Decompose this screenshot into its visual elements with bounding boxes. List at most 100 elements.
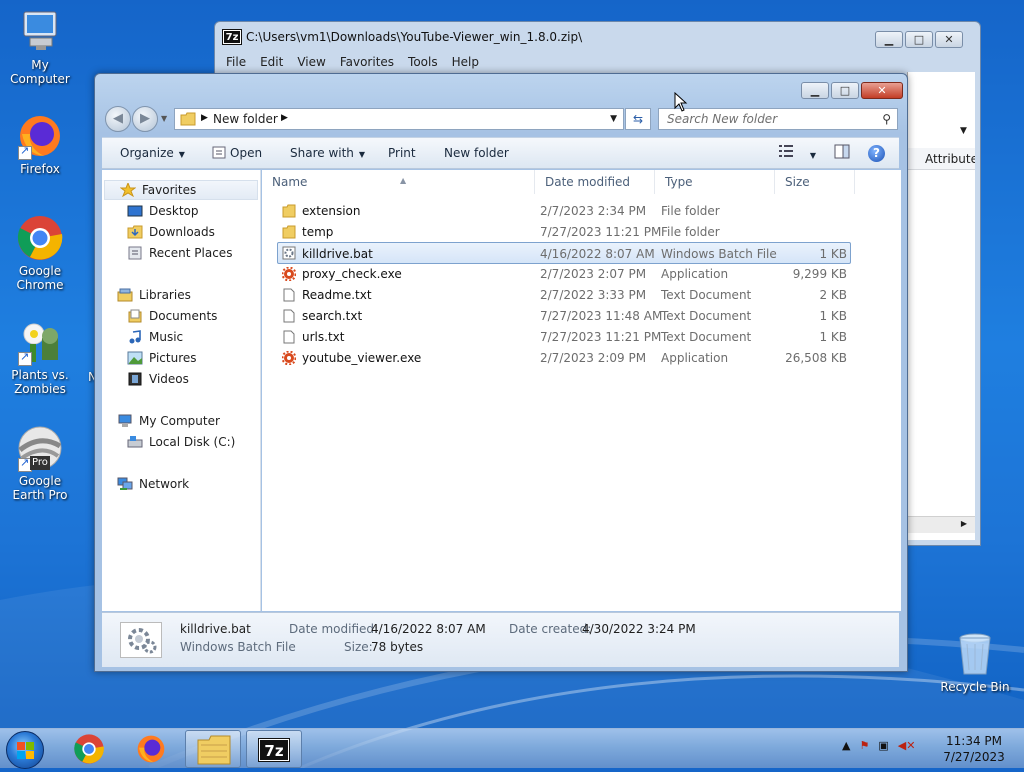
menu-view[interactable]: View: [290, 52, 332, 72]
change-view-button[interactable]: ▼: [778, 144, 816, 161]
menu-help[interactable]: Help: [445, 52, 486, 72]
file-type: File folder: [661, 225, 720, 239]
sevenzip-close-button[interactable]: ✕: [935, 31, 963, 48]
file-row-youtube-viewer[interactable]: youtube_viewer.exe 2/7/2023 2:09 PM Appl…: [278, 348, 850, 368]
explorer-maximize-button[interactable]: □: [831, 82, 859, 99]
file-row-urls[interactable]: urls.txt 7/27/2023 11:21 PM Text Documen…: [278, 327, 850, 347]
start-button[interactable]: [6, 731, 44, 769]
breadcrumb-new-folder[interactable]: New folder: [213, 112, 278, 126]
file-row-proxy-check[interactable]: proxy_check.exe 2/7/2023 2:07 PM Applica…: [278, 264, 850, 284]
file-name: Readme.txt: [302, 288, 372, 302]
desktop-icon-plants-vs-zombies[interactable]: Plants vs. Zombies: [0, 318, 80, 396]
new-folder-button[interactable]: New folder: [444, 146, 509, 160]
nav-music[interactable]: Music: [127, 327, 183, 347]
preview-pane-button[interactable]: [834, 144, 850, 162]
taskbar-chrome-button[interactable]: [61, 730, 117, 768]
chevron-down-icon: ▼: [178, 150, 185, 159]
sevenzip-title-bar: 7z C:\Users\vm1\Downloads\YouTube-Viewer…: [222, 29, 582, 45]
mouse-cursor-icon: [674, 92, 688, 112]
nav-recent-places[interactable]: Recent Places: [127, 243, 232, 263]
network-status-icon[interactable]: ▣: [878, 739, 888, 752]
file-row-readme[interactable]: Readme.txt 2/7/2022 3:33 PM Text Documen…: [278, 285, 850, 305]
action-center-icon[interactable]: ⚑: [859, 739, 869, 752]
file-date: 4/16/2022 8:07 AM: [540, 247, 655, 261]
taskbar-firefox-button[interactable]: [123, 730, 179, 768]
organize-label: Organize: [120, 146, 174, 160]
organize-button[interactable]: Organize ▼: [120, 146, 185, 160]
taskbar-explorer-button[interactable]: [185, 730, 241, 768]
sevenzip-file-list[interactable]: [907, 72, 975, 540]
menu-tools[interactable]: Tools: [401, 52, 445, 72]
file-row-search[interactable]: search.txt 7/27/2023 11:48 AM Text Docum…: [278, 306, 850, 326]
sevenzip-horizontal-scrollbar[interactable]: ▶: [907, 516, 975, 533]
desktop-icon-chrome[interactable]: Google Chrome: [0, 214, 80, 292]
share-with-button[interactable]: Share with ▼: [290, 146, 365, 160]
sevenzip-maximize-button[interactable]: □: [905, 31, 933, 48]
sevenzip-minimize-button[interactable]: ▁: [875, 31, 903, 48]
print-label: Print: [388, 146, 416, 160]
refresh-button[interactable]: ⇆: [625, 108, 651, 130]
search-icon[interactable]: ⚲: [882, 112, 891, 126]
desktop-icon-firefox[interactable]: Firefox: [0, 112, 80, 176]
desktop-icon-recycle-bin[interactable]: Recycle Bin: [935, 630, 1015, 694]
open-button[interactable]: Open: [212, 146, 262, 160]
nav-network[interactable]: Network: [117, 474, 189, 494]
menu-edit[interactable]: Edit: [253, 52, 290, 72]
back-button[interactable]: ◀: [105, 106, 131, 132]
breadcrumb-arrow-icon[interactable]: ▶: [201, 113, 208, 123]
recent-pages-dropdown[interactable]: ▼: [161, 114, 167, 123]
breadcrumb-arrow-icon[interactable]: ▶: [281, 113, 288, 123]
system-tray: ▲ ⚑ ▣ ◀✕: [842, 739, 915, 752]
explorer-caption-buttons: ▁ □ ✕: [801, 82, 903, 99]
volume-muted-icon[interactable]: ◀✕: [898, 739, 916, 752]
column-header-type[interactable]: Type: [655, 170, 775, 194]
nav-libraries[interactable]: Libraries: [117, 285, 191, 305]
network-icon: [117, 477, 133, 490]
file-size: 9,299 KB: [792, 267, 847, 281]
explorer-window[interactable]: ▁ □ ✕ ◀ ▶ ▼ ▶ New folder ▶ ▼ ⇆ Search Ne…: [94, 73, 908, 672]
back-arrow-icon: ◀: [113, 111, 123, 126]
menu-favorites[interactable]: Favorites: [333, 52, 401, 72]
sevenzip-column-attributes[interactable]: Attributes: [907, 148, 975, 170]
nav-label: Favorites: [142, 183, 197, 197]
desktop-icon-my-computer[interactable]: My Computer: [0, 8, 80, 86]
clock-date: 7/27/2023: [943, 750, 1005, 764]
show-hidden-icons-icon[interactable]: ▲: [842, 739, 850, 752]
file-type: Text Document: [661, 330, 752, 344]
nav-favorites[interactable]: Favorites: [104, 180, 258, 200]
file-row-killdrive-selected[interactable]: killdrive.bat 4/16/2022 8:07 AM Windows …: [277, 242, 851, 264]
column-label: Date modified: [545, 175, 631, 189]
address-dropdown-icon[interactable]: ▼: [610, 114, 617, 124]
nav-my-computer[interactable]: My Computer: [117, 411, 220, 431]
nav-local-disk[interactable]: Local Disk (C:): [127, 432, 235, 452]
nav-videos[interactable]: Videos: [127, 369, 189, 389]
menu-file[interactable]: File: [219, 52, 253, 72]
computer-icon: [118, 414, 132, 427]
search-input[interactable]: Search New folder ⚲: [658, 108, 898, 130]
file-row-extension[interactable]: extension 2/7/2023 2:34 PM File folder: [278, 201, 850, 221]
chrome-icon: [16, 214, 64, 262]
print-button[interactable]: Print: [388, 146, 416, 160]
address-bar[interactable]: ▶ New folder ▶ ▼: [174, 108, 624, 130]
explorer-minimize-button[interactable]: ▁: [801, 82, 829, 99]
chevron-down-icon[interactable]: ▼: [960, 126, 967, 136]
file-row-temp[interactable]: temp 7/27/2023 11:21 PM File folder: [278, 222, 850, 242]
file-list-pane[interactable]: Name ▲ Date modified Type Size extension…: [262, 170, 901, 611]
taskbar-clock[interactable]: 11:34 PM 7/27/2023: [940, 733, 1008, 765]
desktop-icon-google-earth[interactable]: Pro Google Earth Pro: [0, 424, 80, 502]
help-icon[interactable]: ?: [868, 145, 885, 162]
explorer-close-button[interactable]: ✕: [861, 82, 903, 99]
column-header-size[interactable]: Size: [775, 170, 855, 194]
nav-pictures[interactable]: Pictures: [127, 348, 197, 368]
nav-downloads[interactable]: Downloads: [127, 222, 215, 242]
scroll-right-icon[interactable]: ▶: [961, 519, 967, 528]
taskbar-7zip-button[interactable]: 7z: [246, 730, 302, 768]
folder-icon: [197, 735, 231, 765]
forward-button[interactable]: ▶: [132, 106, 158, 132]
nav-documents[interactable]: Documents: [127, 306, 217, 326]
nav-desktop[interactable]: Desktop: [127, 201, 199, 221]
desktop-icon: [127, 205, 143, 217]
column-header-name[interactable]: Name ▲: [262, 170, 535, 194]
file-name: youtube_viewer.exe: [302, 351, 422, 365]
column-header-date[interactable]: Date modified: [535, 170, 655, 194]
